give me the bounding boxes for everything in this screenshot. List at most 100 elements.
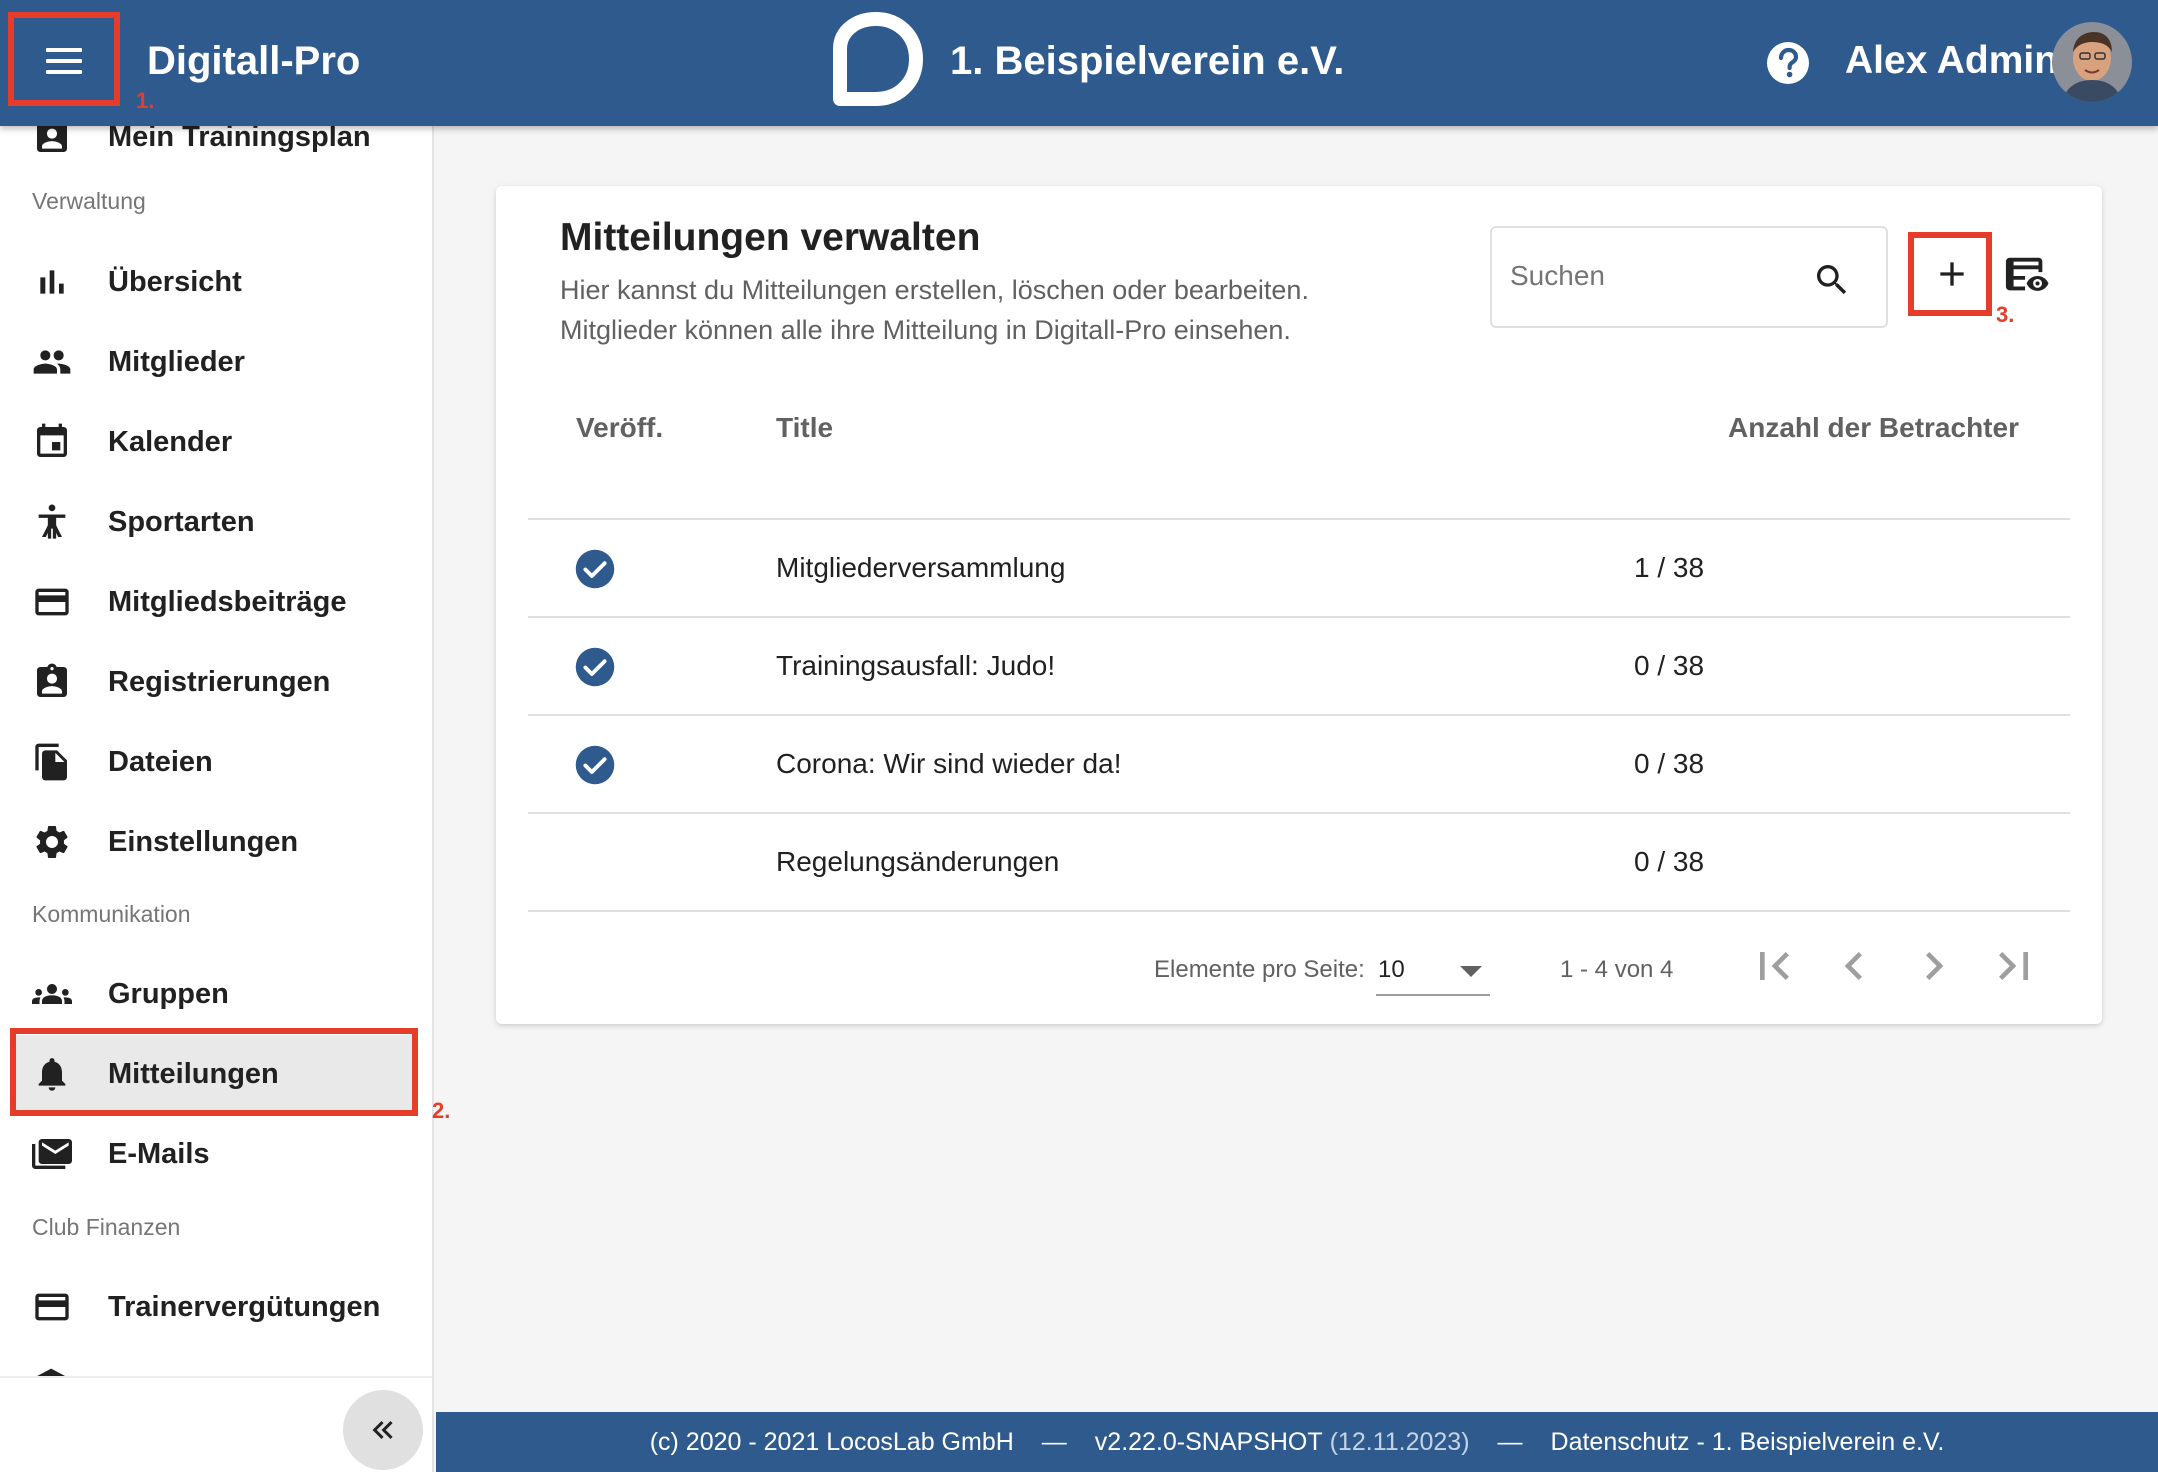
items-per-page-select[interactable]: 10 xyxy=(1376,940,1490,996)
footer-version: v2.22.0-SNAPSHOT xyxy=(1094,1427,1323,1456)
section-club-finanzen: Club Finanzen xyxy=(32,1214,181,1240)
double-chevron-left-icon xyxy=(372,1421,393,1439)
sidebar-item-einstellungen[interactable]: Einstellungen xyxy=(12,803,414,881)
row-viewers: 0 / 38 xyxy=(1634,846,1705,877)
items-per-page-label: Elemente pro Seite: xyxy=(1154,956,1365,983)
column-header-viewers[interactable]: Anzahl der Betrachter xyxy=(1728,412,2019,444)
check-circle-icon xyxy=(575,549,615,589)
footer-separator: — xyxy=(1497,1427,1523,1456)
sidebar-item-gruppen[interactable]: Gruppen xyxy=(12,955,414,1033)
sidebar-item-mein-trainingsplan[interactable]: Mein Trainingsplan xyxy=(12,126,414,176)
bell-icon xyxy=(38,1058,66,1091)
sidebar-item-label: Gruppen xyxy=(108,977,229,1010)
sidebar-item-label: Mitteilungen xyxy=(108,1057,279,1090)
section-kommunikation: Kommunikation xyxy=(32,901,191,927)
user-avatar-icon xyxy=(2052,22,2132,102)
table-row[interactable]: Mitgliederversammlung 1 / 38 xyxy=(528,518,2070,616)
sidebar-item-label: Einstellungen xyxy=(108,825,299,858)
messages-card: Mitteilungen verwalten Hier kannst du Mi… xyxy=(496,186,2102,1024)
people-icon xyxy=(33,350,71,374)
assignment-ind-icon xyxy=(37,663,67,697)
table-row[interactable]: Trainingsausfall: Judo! 0 / 38 xyxy=(528,616,2070,714)
footer: (c) 2020 - 2021 LocosLab GmbH — v2.22.0-… xyxy=(436,1412,2158,1472)
sidebar-item-trainerverguetungen[interactable]: Trainervergütungen xyxy=(12,1268,414,1346)
club-logo-icon xyxy=(833,12,923,106)
last-page-icon[interactable] xyxy=(1986,938,2042,994)
description-line-2: Mitglieder können alle ihre Mitteilung i… xyxy=(560,315,1291,345)
menu-button[interactable] xyxy=(22,22,106,100)
first-page-icon[interactable] xyxy=(1746,938,1802,994)
sidebar-item-mitteilungen[interactable]: Mitteilungen xyxy=(12,1035,414,1113)
page-title: Mitteilungen verwalten xyxy=(560,216,981,259)
sidebar-item-label: E-Mails xyxy=(108,1137,210,1170)
table-divider xyxy=(528,910,2070,912)
check-circle-icon xyxy=(575,745,615,785)
privacy-link[interactable]: Datenschutz - 1. Beispielverein e.V. xyxy=(1551,1428,1945,1457)
sidebar-item-sportarten[interactable]: Sportarten xyxy=(12,483,414,561)
gear-icon xyxy=(36,826,68,858)
calendar-icon xyxy=(37,423,67,457)
sidebar-item-label: Übersicht xyxy=(108,265,242,298)
sidebar-item-dateien[interactable]: Dateien xyxy=(12,723,414,801)
sidebar-item-label: Dateien xyxy=(108,745,213,778)
annotation-number-1: 1. xyxy=(136,88,155,113)
sidebar-item-label: Kalender xyxy=(108,425,233,458)
sidebar-footer xyxy=(0,1376,432,1472)
row-viewers: 1 / 38 xyxy=(1634,552,1705,583)
search-icon[interactable] xyxy=(1812,260,1852,300)
sidebar-item-label: Mein Trainingsplan xyxy=(108,126,371,153)
row-title: Trainingsausfall: Judo! xyxy=(776,650,1056,681)
help-icon[interactable] xyxy=(1766,41,1810,85)
search-field[interactable] xyxy=(1490,226,1888,328)
collapse-sidebar-button[interactable] xyxy=(343,1390,423,1470)
table-visibility-icon[interactable] xyxy=(2004,252,2050,298)
footer-version-date: (12.11.2023) xyxy=(1329,1427,1470,1456)
annotation-number-2: 2. xyxy=(432,1098,451,1123)
caret-down-icon xyxy=(1460,966,1482,977)
search-input[interactable] xyxy=(1510,250,1800,302)
app-title: Digitall-Pro xyxy=(147,39,361,83)
sidebar-item-label: Sportarten xyxy=(108,505,255,538)
add-message-button[interactable] xyxy=(1914,236,1990,312)
avatar[interactable] xyxy=(2052,22,2132,102)
section-verwaltung: Verwaltung xyxy=(32,188,146,214)
groups-icon xyxy=(32,984,72,1004)
previous-page-icon[interactable] xyxy=(1826,938,1882,994)
check-circle-icon xyxy=(575,647,615,687)
sidebar-item-label: Mitglieder xyxy=(108,345,245,378)
bar-chart-icon xyxy=(40,270,64,294)
column-header-published[interactable]: Veröff. xyxy=(576,412,663,444)
sidebar-item-label: Mitgliedsbeiträge xyxy=(108,585,347,618)
credit-card-icon xyxy=(35,1293,69,1321)
table-row[interactable]: Corona: Wir sind wieder da! 0 / 38 xyxy=(528,714,2070,812)
mail-icon xyxy=(32,1139,72,1169)
next-page-icon[interactable] xyxy=(1906,938,1962,994)
row-title: Corona: Wir sind wieder da! xyxy=(776,748,1122,779)
sidebar-item-uebersicht[interactable]: Übersicht xyxy=(12,243,414,321)
user-name[interactable]: Alex Admin xyxy=(1845,36,2058,86)
row-title: Regelungsänderungen xyxy=(776,846,1060,877)
hamburger-icon xyxy=(46,48,82,74)
row-viewers: 0 / 38 xyxy=(1634,748,1705,779)
page-description: Hier kannst du Mitteilungen erstellen, l… xyxy=(560,270,1460,350)
sidebar-item-label: Registrierungen xyxy=(108,665,331,698)
sidebar-item-mitgliedsbeitraege[interactable]: Mitgliedsbeiträge xyxy=(12,563,414,641)
files-icon xyxy=(35,743,67,781)
sidebar-item-label: Trainervergütungen xyxy=(108,1290,381,1323)
sidebar-item-mitglieder[interactable]: Mitglieder xyxy=(12,323,414,401)
column-header-title[interactable]: Title xyxy=(776,412,833,444)
row-viewers: 0 / 38 xyxy=(1634,650,1705,681)
assignment-ind-icon xyxy=(37,126,67,152)
table-row[interactable]: Regelungsänderungen 0 / 38 xyxy=(528,812,2070,910)
sidebar-item-emails[interactable]: E-Mails xyxy=(12,1115,414,1193)
footer-separator: — xyxy=(1041,1427,1067,1456)
sidebar-item-registrierungen[interactable]: Registrierungen xyxy=(12,643,414,721)
footer-copyright: (c) 2020 - 2021 LocosLab GmbH xyxy=(649,1427,1014,1456)
items-per-page-value: 10 xyxy=(1378,956,1405,983)
sports-figure-icon xyxy=(38,504,66,539)
club-name: 1. Beispielverein e.V. xyxy=(950,39,1345,83)
sidebar-item-kalender[interactable]: Kalender xyxy=(12,403,414,481)
description-line-1: Hier kannst du Mitteilungen erstellen, l… xyxy=(560,275,1309,305)
row-title: Mitgliederversammlung xyxy=(776,552,1066,583)
credit-card-icon xyxy=(35,588,69,616)
